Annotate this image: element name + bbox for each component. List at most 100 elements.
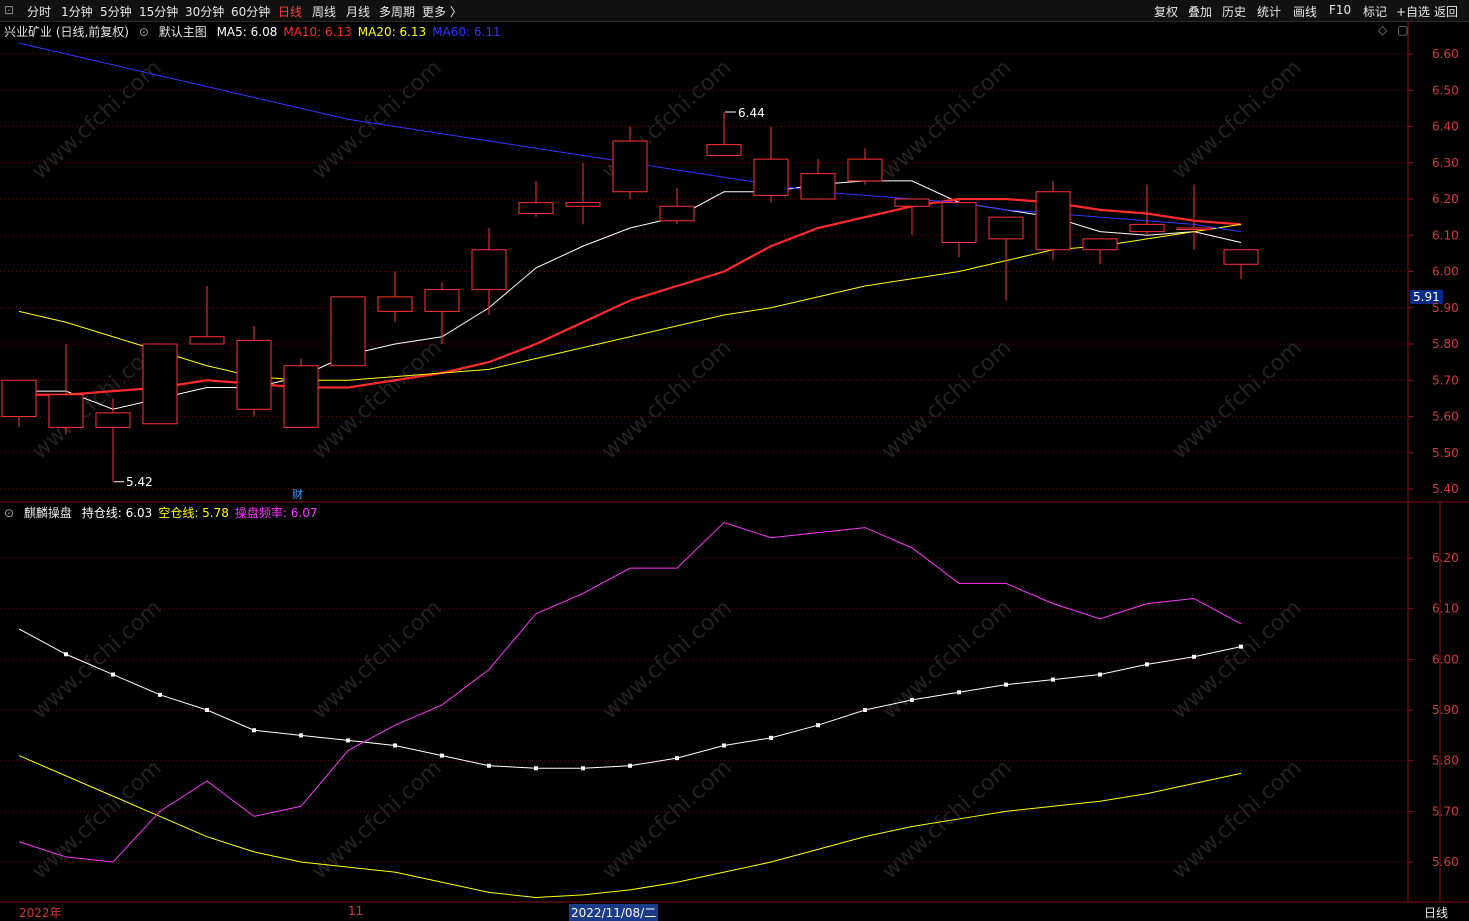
hold-line-dot-25 — [1192, 654, 1196, 659]
candle-1 — [48, 344, 84, 435]
hold-line-dot-9 — [440, 753, 444, 758]
hold-line-dot-15 — [722, 743, 726, 748]
candle-body-21 — [988, 216, 1024, 240]
candle-body-8 — [377, 296, 413, 312]
watermark-0: www.cfchi.com — [27, 56, 166, 185]
xaxis-period-label: 日线 — [1424, 906, 1449, 920]
hold-line-dot-24 — [1145, 662, 1149, 667]
candle-14 — [659, 188, 695, 225]
candle-body-25 — [1176, 227, 1212, 230]
xaxis-cursor-date: 2022/11/08/二 — [569, 904, 659, 921]
main-ytick-4: 6.20 — [1432, 192, 1459, 206]
candle-body-3 — [142, 343, 178, 425]
candle-4 — [189, 286, 225, 345]
hold-line-dot-7 — [346, 738, 350, 743]
candle-body-5 — [236, 339, 272, 410]
main-ytick-8: 5.80 — [1432, 337, 1459, 351]
watermark-4: www.cfchi.com — [1167, 56, 1306, 185]
xaxis-year-label: 2022年 — [19, 906, 62, 920]
sub-ytick-2: 6.00 — [1432, 652, 1459, 666]
candle-21 — [988, 216, 1024, 301]
main-ytick-7: 5.90 — [1432, 301, 1459, 315]
candle-body-24 — [1129, 223, 1165, 233]
chart-canvas[interactable]: www.cfchi.com www.cfchi.com www.cfchi.com w… — [0, 0, 1469, 920]
hold-line-dot-20 — [957, 690, 961, 695]
hold-line-dot-6 — [299, 733, 303, 738]
watermark-14: www.cfchi.com — [1167, 596, 1306, 725]
candle-22 — [1035, 180, 1071, 261]
candle-24 — [1129, 184, 1165, 236]
low-annotation: 5.42 — [126, 475, 153, 489]
candle-15 — [706, 112, 742, 156]
candle-body-1 — [48, 394, 84, 428]
main-ytick-10: 5.60 — [1432, 410, 1459, 424]
main-ytick-0: 6.60 — [1432, 47, 1459, 61]
candle-body-9 — [424, 289, 460, 312]
candle-3 — [142, 343, 178, 425]
main-ytick-2: 6.40 — [1432, 120, 1459, 134]
candle-20 — [941, 199, 977, 257]
watermark-7: www.cfchi.com — [597, 336, 736, 465]
candle-8 — [377, 271, 413, 323]
hold-line-dot-10 — [487, 763, 491, 768]
xaxis-month-label: 11 — [348, 904, 364, 918]
candle-body-17 — [800, 173, 836, 200]
hold-line-dot-26 — [1239, 644, 1243, 649]
candle-9 — [424, 282, 460, 344]
sub-ytick-1: 6.10 — [1432, 602, 1459, 616]
candle-body-0 — [1, 379, 37, 417]
watermark-12: www.cfchi.com — [597, 596, 736, 725]
hold-line-dot-23 — [1098, 672, 1102, 677]
hold-line-dot-19 — [910, 697, 914, 702]
hold-line-dot-21 — [1004, 682, 1008, 687]
watermark-3: www.cfchi.com — [877, 56, 1016, 185]
watermark-11: www.cfchi.com — [307, 596, 446, 725]
finance-marker: 财 — [292, 487, 303, 501]
main-ytick-9: 5.70 — [1432, 373, 1459, 387]
candle-body-11 — [518, 202, 554, 214]
main-ytick-11: 5.50 — [1432, 446, 1459, 460]
candle-0 — [1, 379, 37, 428]
hold-line-dot-14 — [675, 756, 679, 761]
main-ytick-5: 6.10 — [1432, 228, 1459, 242]
candle-17 — [800, 159, 836, 200]
watermark-1: www.cfchi.com — [307, 56, 446, 185]
candle-body-18 — [847, 158, 883, 182]
candle-26 — [1223, 249, 1259, 279]
candle-body-12 — [565, 202, 601, 207]
candle-19 — [894, 198, 930, 236]
candle-body-6 — [283, 365, 319, 428]
candle-body-10 — [471, 249, 507, 291]
hold-line-dot-22 — [1051, 677, 1055, 682]
candle-body-20 — [941, 202, 977, 243]
hold-line-dot-5 — [252, 728, 256, 733]
sub-ytick-0: 6.20 — [1432, 551, 1459, 565]
candle-body-22 — [1035, 191, 1071, 251]
main-ytick-12: 5.40 — [1432, 482, 1459, 496]
hold-line-dot-2 — [111, 672, 115, 677]
sub-ytick-5: 5.70 — [1432, 804, 1459, 818]
candle-body-4 — [189, 336, 225, 345]
sub-ytick-3: 5.90 — [1432, 703, 1459, 717]
candle-6 — [283, 358, 319, 428]
watermark-8: www.cfchi.com — [877, 336, 1016, 465]
hold-line-dot-17 — [816, 723, 820, 728]
watermark-6: www.cfchi.com — [307, 336, 446, 465]
main-ytick-3: 6.30 — [1432, 156, 1459, 170]
hold-line-dot-16 — [769, 735, 773, 740]
candle-12 — [565, 162, 601, 225]
candle-body-13 — [612, 140, 648, 193]
hold-line-dot-18 — [863, 708, 867, 712]
sub-ytick-4: 5.80 — [1432, 754, 1459, 768]
watermark-15: www.cfchi.com — [27, 756, 166, 885]
high-annotation: 6.44 — [738, 106, 765, 120]
main-ytick-1: 6.50 — [1432, 83, 1459, 97]
candle-body-7 — [330, 296, 366, 367]
hold-line-dot-4 — [205, 708, 209, 712]
watermark-10: www.cfchi.com — [27, 596, 166, 725]
candle-25 — [1176, 184, 1212, 250]
candle-body-23 — [1082, 238, 1118, 251]
candle-body-26 — [1223, 249, 1259, 265]
main-ytick-6: 6.00 — [1432, 265, 1459, 279]
candle-16 — [753, 126, 789, 203]
